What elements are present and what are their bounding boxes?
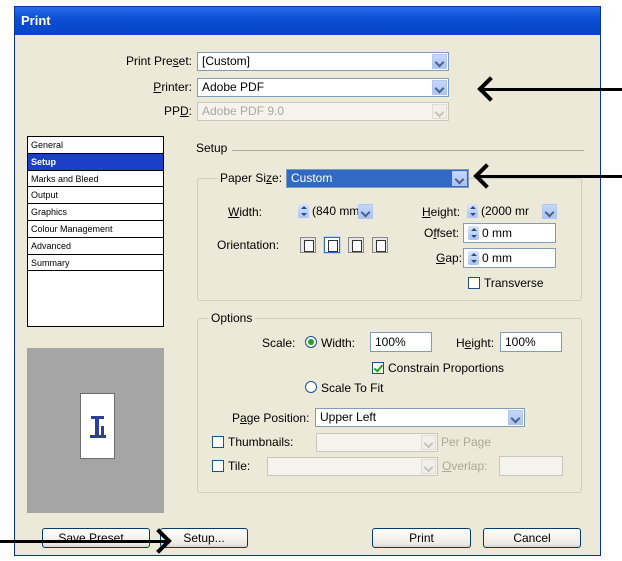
chevron-down-icon — [421, 459, 436, 474]
chevron-down-icon — [508, 410, 523, 425]
landscape-icon[interactable] — [324, 237, 340, 253]
gap-label: Gap: — [436, 251, 463, 265]
sidebar-item-general[interactable]: General — [28, 137, 163, 154]
offset-label: Offset: — [424, 226, 460, 240]
printer-value: Adobe PDF — [202, 80, 265, 94]
scale-width-field[interactable]: 100% — [370, 332, 432, 352]
overlap-label: Overlap: — [442, 459, 488, 473]
sidebar-item-graphics[interactable]: Graphics — [28, 204, 163, 221]
chevron-down-icon — [432, 80, 447, 95]
scale-width-value: 100% — [375, 335, 406, 349]
chevron-down-icon — [542, 204, 557, 219]
height-combo[interactable]: (2000 mr — [463, 203, 558, 222]
offset-field[interactable]: 0 mm — [463, 223, 556, 243]
gap-value: 0 mm — [482, 251, 512, 265]
scale-label: Scale: — [262, 336, 296, 350]
tile-checkbox[interactable] — [212, 460, 224, 472]
annotation-arrow-paper-size — [478, 175, 622, 178]
chevron-down-icon — [432, 104, 447, 119]
print-button[interactable]: Print — [372, 528, 471, 548]
sidebar-item-advanced[interactable]: Advanced — [28, 238, 163, 255]
setup-divider — [232, 150, 584, 151]
sidebar-item-output[interactable]: Output — [28, 187, 163, 205]
height-value: (2000 mr — [481, 204, 530, 218]
chevron-down-icon — [432, 54, 447, 69]
thumbnails-checkbox[interactable] — [212, 436, 224, 448]
page-position-value: Upper Left — [320, 410, 377, 424]
paper-size-dropdown[interactable]: Custom — [286, 169, 469, 188]
scale-to-fit-radio[interactable] — [305, 381, 317, 393]
tile-label: Tile: — [228, 459, 251, 473]
constrain-proportions-checkbox[interactable] — [372, 362, 384, 374]
setup-heading: Setup — [196, 141, 228, 155]
options-heading: Options — [208, 311, 256, 325]
chevron-down-icon — [452, 171, 467, 186]
gap-field[interactable]: 0 mm — [463, 248, 556, 268]
paper-size-value: Custom — [291, 171, 333, 185]
sidebar-item-marks-and-bleed[interactable]: Marks and Bleed — [28, 171, 163, 188]
window-title: Print — [15, 7, 600, 35]
printer-dropdown[interactable]: Adobe PDF — [197, 78, 449, 97]
width-label: Width: — [228, 205, 263, 219]
sidebar-item-setup[interactable]: Setup — [28, 153, 163, 171]
chevron-down-icon — [421, 435, 436, 450]
sidebar-item-summary[interactable]: Summary — [28, 255, 163, 272]
cancel-button[interactable]: Cancel — [483, 528, 581, 548]
page-position-label: Page Position: — [232, 411, 310, 425]
portrait-icon[interactable] — [300, 237, 316, 253]
width-stepper-icon[interactable] — [298, 203, 309, 218]
save-preset-button[interactable]: Save Preset... — [42, 528, 150, 548]
category-list[interactable]: General Setup Marks and Bleed Output Gra… — [27, 136, 164, 327]
annotation-arrow-setup-button — [0, 540, 168, 543]
overlap-field — [499, 456, 563, 476]
height-stepper-icon[interactable] — [467, 203, 478, 218]
ppd-value: Adobe PDF 9.0 — [202, 104, 285, 118]
width-value: (840 mm — [312, 204, 360, 218]
scale-width-radio[interactable] — [305, 336, 317, 348]
constrain-proportions-label: Constrain Proportions — [388, 361, 505, 375]
offset-value: 0 mm — [482, 226, 512, 240]
scale-to-fit-label: Scale To Fit — [321, 381, 384, 395]
scale-height-field[interactable]: 100% — [500, 332, 562, 352]
scale-height-label: Height: — [456, 336, 495, 350]
reverse-portrait-icon[interactable] — [348, 237, 364, 253]
page-thumbnail — [80, 393, 115, 459]
setup-button[interactable]: Setup... — [160, 528, 248, 548]
per-page-label: Per Page — [441, 435, 492, 449]
transverse-checkbox[interactable] — [468, 277, 480, 289]
reverse-landscape-icon[interactable] — [372, 237, 388, 253]
print-preset-value: [Custom] — [202, 54, 251, 68]
scale-height-value: 100% — [505, 335, 536, 349]
offset-stepper-icon[interactable] — [468, 225, 479, 240]
print-preset-dropdown[interactable]: [Custom] — [197, 52, 449, 71]
page-preview — [27, 348, 164, 513]
ppd-label: PPD: — [163, 104, 192, 118]
orientation-label: Orientation: — [217, 238, 280, 252]
scale-width-label: Width: — [321, 336, 356, 350]
printer-label: Printer: — [153, 80, 192, 94]
thumbnails-label: Thumbnails: — [228, 435, 294, 449]
ppd-dropdown: Adobe PDF 9.0 — [197, 102, 449, 121]
thumbnails-dropdown — [316, 433, 438, 452]
page-content-icon — [90, 416, 106, 438]
transverse-label: Transverse — [484, 276, 544, 290]
print-preset-label: Print Preset: — [125, 54, 192, 68]
gap-stepper-icon[interactable] — [468, 250, 479, 265]
tile-dropdown — [267, 457, 438, 476]
sidebar-item-colour-management[interactable]: Colour Management — [28, 221, 163, 238]
width-combo[interactable]: (840 mm — [294, 203, 374, 222]
page-position-dropdown[interactable]: Upper Left — [315, 408, 525, 427]
chevron-down-icon — [358, 204, 373, 219]
height-label: Height: — [422, 205, 461, 219]
paper-size-label: Paper Size: — [217, 171, 286, 185]
